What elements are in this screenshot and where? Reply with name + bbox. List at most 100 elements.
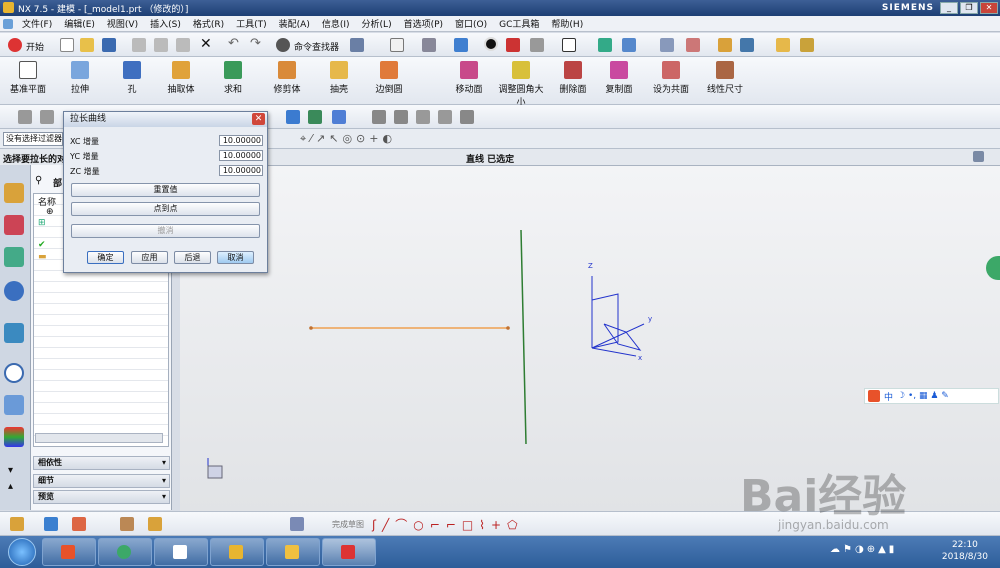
taskbar-app-1[interactable]	[42, 538, 96, 566]
system-clock[interactable]: 22:10 2018/8/30	[942, 539, 988, 563]
trim-body-button[interactable]: 修剪体	[262, 61, 312, 99]
palette-icon[interactable]	[4, 427, 24, 447]
taskbar-nx-app[interactable]	[322, 538, 376, 566]
menu-info[interactable]: 信息(I)	[316, 17, 356, 30]
details-section[interactable]: 细节 ▾	[33, 474, 170, 488]
mirror-icon[interactable]	[120, 517, 134, 531]
back-button[interactable]: 后退	[174, 251, 211, 264]
dialog-close-button[interactable]: ✕	[252, 113, 265, 125]
hole-button[interactable]: 孔	[107, 61, 157, 99]
feature-node-checked[interactable]: ✔	[38, 240, 46, 250]
ime-mode[interactable]: 中	[884, 390, 893, 403]
redo-icon[interactable]: ↷	[250, 36, 261, 51]
history-icon[interactable]	[4, 323, 24, 343]
constraint-navigator-icon[interactable]	[4, 215, 24, 235]
selection-filter-dropdown[interactable]: 没有选择过滤器	[3, 132, 63, 146]
menu-insert[interactable]: 插入(S)	[144, 17, 187, 30]
blend-icon[interactable]	[72, 517, 86, 531]
sketch-icon[interactable]	[18, 110, 32, 124]
menu-edit[interactable]: 编辑(E)	[58, 17, 101, 30]
cut-icon[interactable]	[132, 38, 146, 52]
punct-icon[interactable]: ☽ •, ▦ ♟ ✎	[897, 391, 949, 401]
menu-assembly[interactable]: 装配(A)	[273, 17, 316, 30]
close-window-button[interactable]: ✕	[980, 2, 998, 14]
play-icon[interactable]	[740, 38, 754, 52]
menu-window[interactable]: 窗口(O)	[449, 17, 493, 30]
save-icon[interactable]	[102, 38, 116, 52]
menu-help[interactable]: 帮助(H)	[545, 17, 589, 30]
navigator-scrollbar[interactable]	[35, 433, 163, 443]
model-history-node[interactable]: ⊕	[46, 207, 54, 217]
measure-icon[interactable]	[776, 38, 790, 52]
extrude-button[interactable]: 拉伸	[55, 61, 105, 99]
edge-blend-button[interactable]: 边倒圆	[364, 61, 414, 99]
taskbar-app-5[interactable]	[266, 538, 320, 566]
rect-icon[interactable]	[394, 110, 408, 124]
copy-face-button[interactable]: 复制面	[594, 61, 644, 99]
view-fit-icon[interactable]	[390, 38, 404, 52]
menu-analysis[interactable]: 分析(L)	[356, 17, 398, 30]
scroll-down-icon[interactable]: ▾	[8, 465, 13, 476]
assembly-navigator-icon[interactable]	[4, 183, 24, 203]
wireframe-icon[interactable]	[530, 38, 544, 52]
paste-icon[interactable]	[176, 38, 190, 52]
datum-plane-button[interactable]: 基准平面	[3, 61, 53, 99]
start-orb[interactable]	[8, 538, 36, 566]
plane-icon[interactable]	[438, 110, 452, 124]
open-folder-icon[interactable]	[80, 38, 94, 52]
folder-node[interactable]: ▬	[38, 252, 47, 262]
shaded-cube-icon[interactable]	[454, 38, 468, 52]
navigator-pin-icon[interactable]: ⚲	[35, 175, 42, 186]
undo-icon[interactable]: ↶	[228, 36, 239, 51]
reset-values-button[interactable]: 重置值	[71, 183, 260, 197]
ruler-icon[interactable]	[800, 38, 814, 52]
menu-view[interactable]: 视图(V)	[101, 17, 144, 30]
sketch-plane-icon[interactable]	[290, 517, 304, 531]
apply-button[interactable]: 应用	[131, 251, 168, 264]
background-icon[interactable]	[562, 38, 576, 52]
curve-icon[interactable]	[40, 110, 54, 124]
snap-point-icons[interactable]: ⌖⁄↗↖◎⊙+◐	[300, 132, 396, 146]
motion-icon[interactable]	[718, 38, 732, 52]
menu-file[interactable]: 文件(F)	[16, 17, 58, 30]
sketch-tools-icons[interactable]: ʃ╱⌒○⌐⌐□⌇+⬠	[372, 516, 524, 533]
extract-body-button[interactable]: 抽取体	[156, 61, 206, 99]
new-file-icon[interactable]	[60, 38, 74, 52]
reuse-library-icon[interactable]	[4, 395, 24, 415]
wcs-icon[interactable]	[622, 38, 636, 52]
analysis-icon[interactable]	[686, 38, 700, 52]
undo-button[interactable]: 撤消	[71, 224, 260, 238]
green-line[interactable]	[520, 229, 527, 445]
sync-icon[interactable]	[286, 110, 300, 124]
render-style-icon[interactable]	[422, 38, 436, 52]
scroll-up-icon[interactable]: ▴	[8, 481, 13, 492]
triangle-icon[interactable]	[416, 110, 430, 124]
pattern-icon[interactable]	[148, 517, 162, 531]
section-icon[interactable]	[506, 38, 520, 52]
linear-dimension-button[interactable]: 线性尺寸	[700, 61, 750, 99]
paint-icon[interactable]	[332, 110, 346, 124]
resize-blend-button[interactable]: 调整圆角大小	[496, 61, 546, 108]
make-coplanar-button[interactable]: 设为共面	[646, 61, 696, 99]
cancel-button[interactable]: 取消	[217, 251, 254, 264]
part-navigator-icon[interactable]	[4, 247, 24, 267]
ime-toolbar[interactable]: 中 ☽ •, ▦ ♟ ✎	[864, 388, 999, 404]
move-face-button[interactable]: 移动面	[444, 61, 494, 99]
shell-button[interactable]: 抽壳	[314, 61, 364, 99]
edge-display-icon[interactable]	[484, 37, 498, 51]
tool-icon[interactable]	[308, 110, 322, 124]
xc-input[interactable]: 10.00000	[219, 135, 263, 146]
box-icon[interactable]	[372, 110, 386, 124]
taskbar-app-3[interactable]	[154, 538, 208, 566]
ok-button[interactable]: 确定	[87, 251, 124, 264]
grid-icon[interactable]	[460, 110, 474, 124]
clock-icon[interactable]	[4, 363, 24, 383]
web-browser-icon[interactable]	[4, 281, 24, 301]
menu-format[interactable]: 格式(R)	[187, 17, 230, 30]
restore-button[interactable]: ❐	[960, 2, 978, 14]
copy-icon[interactable]	[154, 38, 168, 52]
tray-icons[interactable]: ☁⚑◑⊕▲▮	[830, 544, 897, 555]
dependencies-section[interactable]: 相依性 ▾	[33, 456, 170, 470]
delete-icon[interactable]: ✕	[200, 36, 212, 52]
menu-preferences[interactable]: 首选项(P)	[398, 17, 449, 30]
